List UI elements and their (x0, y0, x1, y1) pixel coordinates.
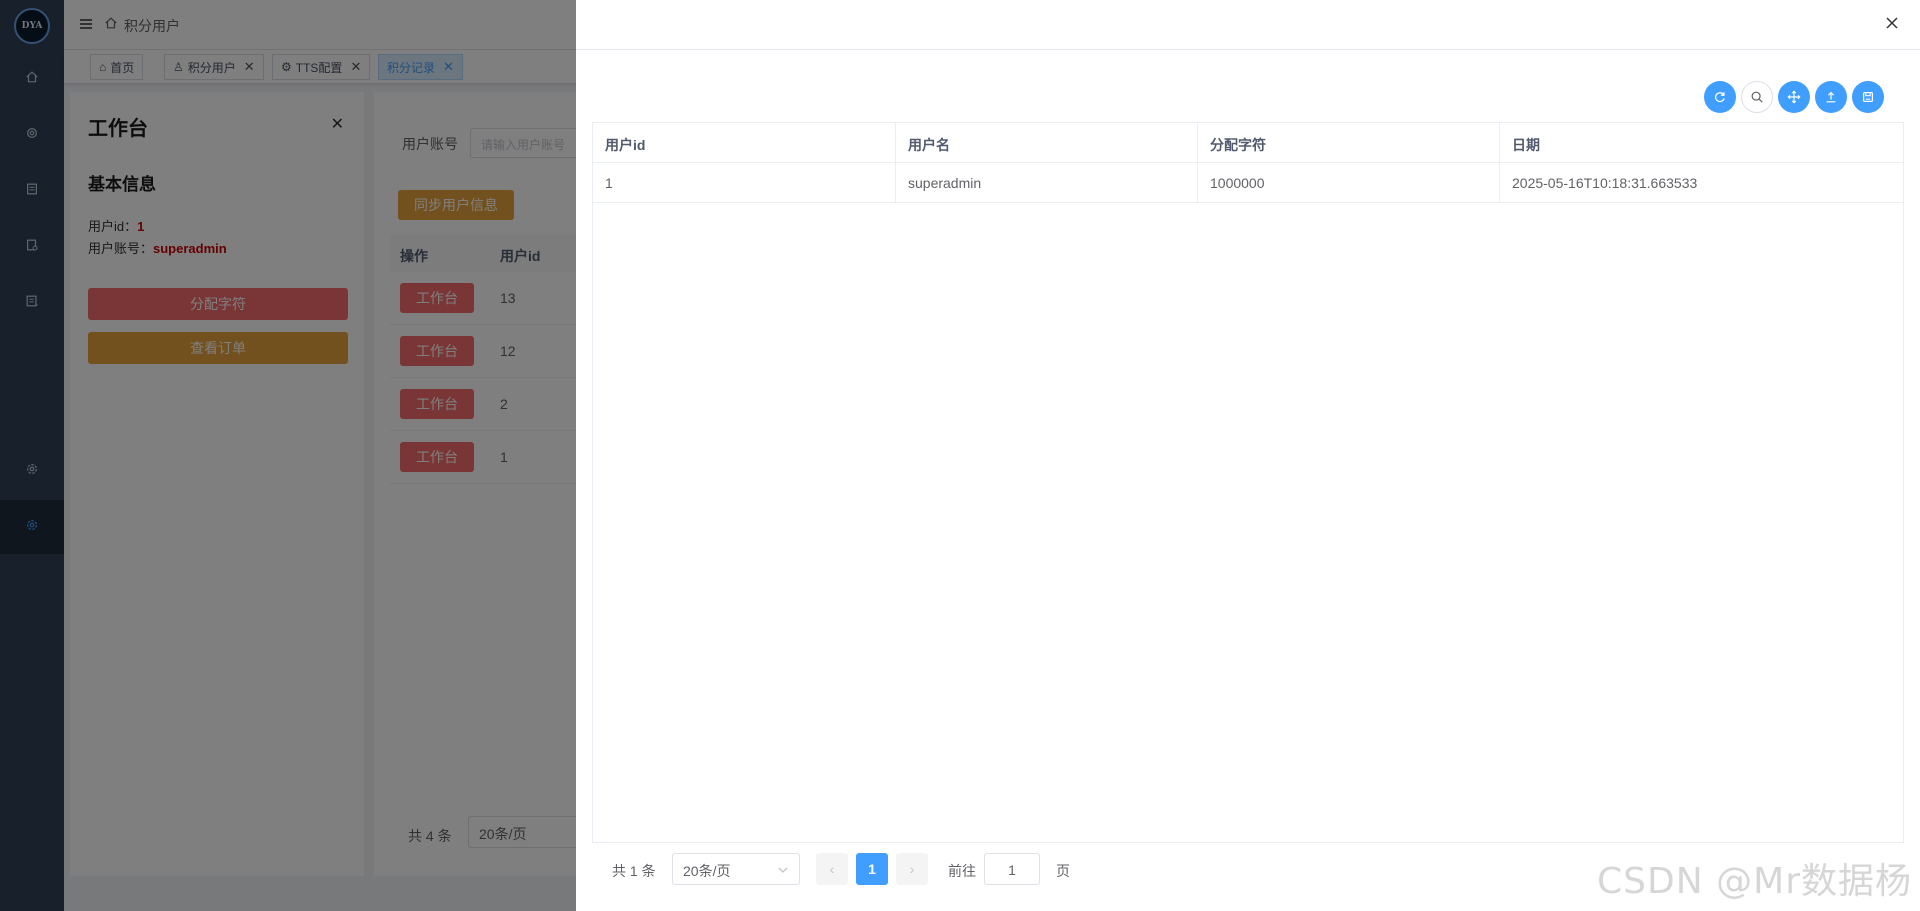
page-size-value: 20条/页 (683, 863, 731, 879)
next-page-button[interactable]: › (896, 853, 928, 885)
move-icon[interactable] (1778, 81, 1810, 113)
user-id-cell: 1 (593, 163, 896, 203)
goto-page-input[interactable]: 1 (984, 853, 1040, 885)
drawer-header (576, 0, 1920, 50)
close-icon[interactable] (1884, 15, 1904, 35)
save-icon[interactable] (1852, 81, 1884, 113)
page-size-select[interactable]: 20条/页 (672, 853, 800, 885)
table-header: 用户id 用户名 分配字符 日期 (593, 123, 1903, 163)
date-cell: 2025-05-16T10:18:31.663533 (1512, 175, 1698, 191)
column-header: 日期 (1512, 137, 1540, 153)
goto-unit: 页 (1056, 863, 1070, 879)
column-header: 用户名 (896, 123, 1198, 163)
table-row[interactable]: 1 superadmin 1000000 2025-05-16T10:18:31… (593, 163, 1903, 203)
watermark: CSDN @Mr数据杨 (1597, 861, 1912, 902)
username-cell: superadmin (896, 163, 1198, 203)
prev-page-button[interactable]: ‹ (816, 853, 848, 885)
chars-cell: 1000000 (1198, 163, 1500, 203)
page-number-button[interactable]: 1 (856, 853, 888, 885)
chevron-down-icon (777, 863, 789, 875)
records-drawer: 用户id 用户名 分配字符 日期 1 superadmin 1000000 20… (576, 0, 1920, 911)
records-table: 用户id 用户名 分配字符 日期 1 superadmin 1000000 20… (592, 122, 1904, 843)
search-icon[interactable] (1741, 81, 1773, 113)
pagination-total: 共 1 条 (612, 863, 656, 879)
column-header: 分配字符 (1198, 123, 1500, 163)
upload-icon[interactable] (1815, 81, 1847, 113)
goto-label: 前往 (948, 863, 976, 879)
refresh-icon[interactable] (1704, 81, 1736, 113)
column-header: 用户id (593, 123, 896, 163)
